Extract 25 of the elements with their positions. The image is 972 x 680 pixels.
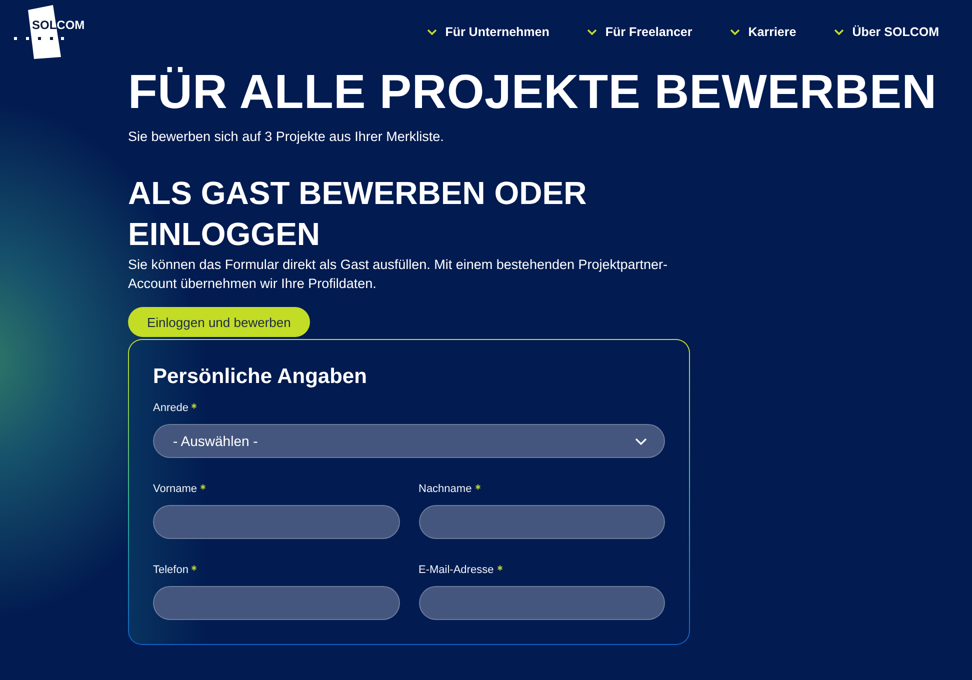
field-label: Vorname (153, 482, 198, 497)
page-title: FÜR ALLE PROJEKTE BEWERBEN (128, 68, 937, 118)
input-field[interactable] (153, 586, 400, 620)
input-field[interactable] (418, 586, 665, 620)
input-field[interactable] (153, 505, 400, 539)
field-label: Telefon (153, 563, 188, 578)
nav-link[interactable]: Für Freelancer (587, 25, 692, 39)
nav-link[interactable]: Für Unternehmen (427, 25, 550, 39)
chevron-down-icon (427, 29, 438, 35)
nav-link[interactable]: Karriere (730, 25, 796, 39)
intro-text: Sie können das Formular direkt als Gast ausfüllen. Mit einem bestehenden Projektpartner-Account übernehmen wir Ihre Profildaten. (128, 256, 669, 293)
nav-link[interactable]: Über SOLCOM (834, 25, 939, 39)
select-field[interactable]: - Auswählen - (153, 424, 665, 458)
section-heading: ALS GAST BEWERBEN ODER EINLOGGEN (128, 174, 588, 254)
login-button[interactable]: Einloggen und bewerben (128, 307, 310, 337)
field-label: Anrede (153, 401, 188, 416)
chevron-down-icon (834, 29, 844, 35)
field-label: E-Mail-Adresse (418, 563, 494, 578)
page-subtitle: Sie bewerben sich auf 3 Projekte aus Ihrer Merkliste. (128, 128, 445, 146)
chevron-down-icon (587, 29, 598, 35)
input-field[interactable] (418, 505, 665, 539)
chevron-down-icon (730, 29, 740, 35)
field-label: Nachname (418, 482, 472, 497)
form-title: Persönliche Angaben (153, 364, 368, 390)
chevron-down-icon (635, 438, 647, 444)
